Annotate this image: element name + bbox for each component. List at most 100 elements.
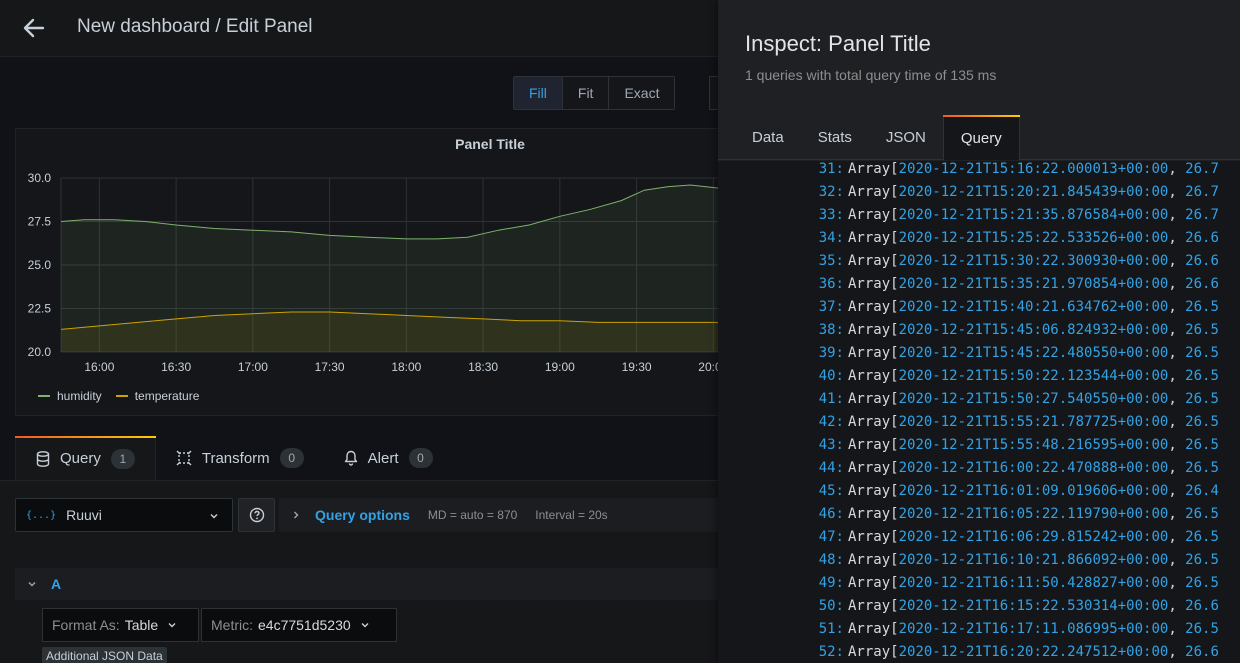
bracket: [ <box>890 230 899 246</box>
y-tick-label: 22.5 <box>28 302 52 316</box>
row-timestamp: 2020-12-21T15:50:27.540550+00:00 <box>898 391 1169 407</box>
array-keyword: Array <box>848 161 891 177</box>
bracket: [ <box>890 414 899 430</box>
line-index: 31: <box>818 161 844 177</box>
bracket: [ <box>890 575 899 591</box>
response-line: 34: Array[2020-12-21T15:25:22.533526+00:0… <box>718 227 1219 250</box>
row-timestamp: 2020-12-21T16:11:50.428827+00:00 <box>898 575 1169 591</box>
row-timestamp: 2020-12-21T15:35:21.970854+00:00 <box>898 276 1169 292</box>
line-index: 36: <box>818 276 844 292</box>
line-index: 50: <box>818 598 844 614</box>
bracket: [ <box>890 299 899 315</box>
bell-icon <box>344 450 358 466</box>
response-line: 42: Array[2020-12-21T15:55:21.787725+00:0… <box>718 411 1219 434</box>
y-tick-label: 25.0 <box>28 258 52 272</box>
chevron-down-icon <box>208 509 220 525</box>
tab-transform[interactable]: Transform 0 <box>156 436 324 480</box>
array-keyword: Array <box>848 483 891 499</box>
array-keyword: Array <box>848 644 891 660</box>
datasource-name: Ruuvi <box>66 507 102 523</box>
comma: , <box>1168 276 1186 292</box>
interval-info: Interval = 20s <box>535 508 608 522</box>
line-index: 47: <box>818 529 844 545</box>
x-tick-label: 16:00 <box>84 360 114 374</box>
legend-item-temperature[interactable]: temperature <box>115 389 199 403</box>
format-as-value: Table <box>124 617 159 633</box>
response-line: 46: Array[2020-12-21T16:05:22.119790+00:0… <box>718 503 1219 526</box>
tab-alert[interactable]: Alert 0 <box>324 436 453 480</box>
bracket: [ <box>890 207 899 223</box>
line-index: 34: <box>818 230 844 246</box>
row-value: 26.5 <box>1185 460 1219 476</box>
row-value: 26.5 <box>1185 414 1219 430</box>
line-index: 41: <box>818 391 844 407</box>
array-keyword: Array <box>848 414 891 430</box>
array-keyword: Array <box>848 230 891 246</box>
response-line: 36: Array[2020-12-21T15:35:21.970854+00:0… <box>718 273 1219 296</box>
comma: , <box>1168 299 1186 315</box>
bracket: [ <box>890 529 899 545</box>
array-keyword: Array <box>848 391 891 407</box>
format-as-select[interactable]: Format As: Table <box>42 608 199 642</box>
y-tick-label: 20.0 <box>28 345 52 359</box>
format-as-label: Format As: <box>52 617 120 633</box>
array-keyword: Array <box>848 598 891 614</box>
additional-json-data-label[interactable]: Additional JSON Data <box>42 647 167 663</box>
line-index: 33: <box>818 207 844 223</box>
row-timestamp: 2020-12-21T15:55:48.216595+00:00 <box>898 437 1169 453</box>
array-keyword: Array <box>848 368 891 384</box>
bracket: [ <box>890 552 899 568</box>
app-root: New dashboard / Edit Panel Fill Fit Exac… <box>0 0 1240 663</box>
row-timestamp: 2020-12-21T15:50:22.123544+00:00 <box>898 368 1169 384</box>
tab-query[interactable]: Query 1 <box>15 436 156 480</box>
comma: , <box>1168 483 1186 499</box>
editor-tabs: Query 1 Transform 0 Alert 0 <box>15 436 453 480</box>
tab-json[interactable]: JSON <box>869 115 943 160</box>
row-timestamp: 2020-12-21T16:06:29.815242+00:00 <box>898 529 1169 545</box>
array-keyword: Array <box>848 184 891 200</box>
mode-fit-button[interactable]: Fit <box>562 77 610 109</box>
question-circle-icon <box>249 507 264 523</box>
comma: , <box>1168 253 1186 269</box>
mode-fill-button[interactable]: Fill <box>514 77 563 109</box>
response-line: 45: Array[2020-12-21T16:01:09.019606+00:0… <box>718 480 1219 503</box>
query-ref-id[interactable]: A <box>51 576 61 592</box>
tab-query[interactable]: Query <box>942 115 1020 160</box>
row-value: 26.6 <box>1185 598 1219 614</box>
response-line: 49: Array[2020-12-21T16:11:50.428827+00:0… <box>718 572 1219 595</box>
arrow-left-icon <box>23 18 45 38</box>
query-options-bar[interactable]: Query options MD = auto = 870 Interval =… <box>279 498 720 532</box>
x-tick-label: 17:30 <box>315 360 345 374</box>
query-options-label[interactable]: Query options <box>315 507 410 523</box>
page-title: New dashboard / Edit Panel <box>77 16 313 37</box>
response-line: 35: Array[2020-12-21T15:30:22.300930+00:0… <box>718 250 1219 273</box>
row-timestamp: 2020-12-21T15:16:22.000013+00:00 <box>898 161 1169 177</box>
tab-stats[interactable]: Stats <box>801 115 869 160</box>
tab-alert-label: Alert <box>367 449 399 467</box>
bracket: [ <box>890 644 899 660</box>
legend-item-humidity[interactable]: humidity <box>38 389 102 403</box>
legend-label-humidity: humidity <box>57 389 102 403</box>
line-index: 32: <box>818 184 844 200</box>
chevron-down-icon[interactable] <box>27 579 37 589</box>
query-row-a[interactable]: A <box>15 568 720 600</box>
metric-select[interactable]: Metric: e4c7751d5230 <box>201 608 397 642</box>
back-button[interactable] <box>20 14 48 42</box>
line-index: 46: <box>818 506 844 522</box>
help-button[interactable] <box>238 498 275 532</box>
y-tick-label: 27.5 <box>28 215 52 229</box>
row-value: 26.5 <box>1185 299 1219 315</box>
row-value: 26.5 <box>1185 391 1219 407</box>
tab-data[interactable]: Data <box>735 115 801 160</box>
row-timestamp: 2020-12-21T15:55:21.787725+00:00 <box>898 414 1169 430</box>
response-line: 48: Array[2020-12-21T16:10:21.866092+00:0… <box>718 549 1219 572</box>
row-timestamp: 2020-12-21T16:05:22.119790+00:00 <box>898 506 1169 522</box>
metric-label: Metric: <box>211 617 253 633</box>
mode-exact-button[interactable]: Exact <box>609 77 675 109</box>
response-line: 41: Array[2020-12-21T15:50:27.540550+00:0… <box>718 388 1219 411</box>
row-value: 26.5 <box>1185 368 1219 384</box>
bracket: [ <box>890 506 899 522</box>
legend-swatch-temperature <box>115 395 128 397</box>
query-response-viewer[interactable]: 31: Array[2020-12-21T15:16:22.000013+00:0… <box>718 161 1240 663</box>
datasource-picker[interactable]: {...} Ruuvi <box>15 498 233 532</box>
